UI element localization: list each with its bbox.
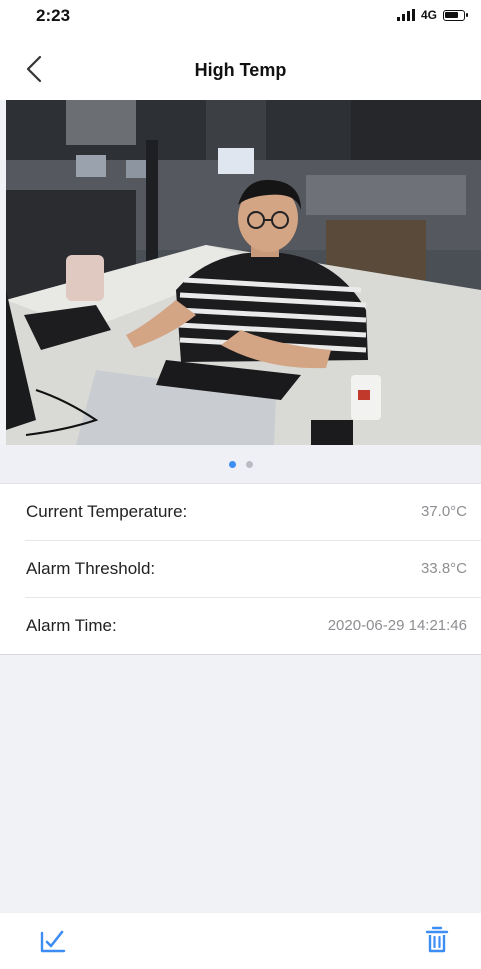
detail-value: 33.8°C xyxy=(420,560,467,577)
alarm-snapshot-image[interactable] xyxy=(6,100,481,445)
status-indicators: 4G xyxy=(396,8,468,22)
trash-icon xyxy=(425,926,449,953)
navigation-bar: High Temp xyxy=(0,44,481,100)
detail-label: Current Temperature: xyxy=(26,502,188,521)
status-bar: 2:23 4G xyxy=(0,0,481,44)
detail-row-alarm-time: Alarm Time: 2020-06-29 14:21:46 xyxy=(25,598,481,654)
alarm-details-list: Current Temperature: 37.0°C Alarm Thresh… xyxy=(0,483,481,655)
page-title: High Temp xyxy=(194,60,287,80)
network-type: 4G xyxy=(420,8,437,22)
battery-icon xyxy=(443,9,468,21)
carousel-pager xyxy=(0,445,481,483)
detail-label: Alarm Time: xyxy=(26,616,117,635)
detail-row-alarm-threshold: Alarm Threshold: 33.8°C xyxy=(25,541,481,598)
detail-value: 2020-06-29 14:21:46 xyxy=(327,617,467,634)
detail-label: Alarm Threshold: xyxy=(26,559,156,578)
delete-button[interactable] xyxy=(422,925,454,957)
bottom-toolbar xyxy=(0,913,481,969)
checkmark-edit-icon xyxy=(40,930,66,953)
signal-icon xyxy=(396,9,415,21)
office-scene-image xyxy=(6,100,481,445)
pager-dot-2[interactable] xyxy=(245,461,253,468)
pager-dots xyxy=(228,461,253,468)
detail-value: 37.0°C xyxy=(420,503,467,520)
status-time: 2:23 xyxy=(36,6,71,25)
pager-dot-1[interactable] xyxy=(228,461,236,468)
handle-alarm-button[interactable] xyxy=(38,925,70,957)
detail-row-current-temperature: Current Temperature: 37.0°C xyxy=(25,484,481,541)
